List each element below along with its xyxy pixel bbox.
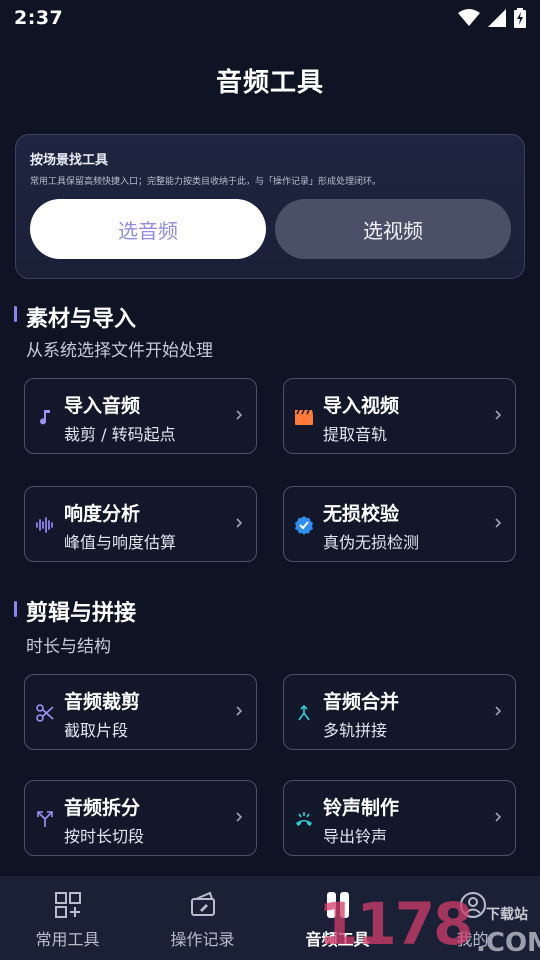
tool-description: 真伪无损检测	[323, 533, 420, 552]
status-bar: 2:37	[0, 0, 540, 36]
split-icon	[37, 811, 53, 827]
profile-icon	[459, 892, 486, 918]
chevron-right-icon	[495, 410, 502, 420]
nav-tab-audio-tools[interactable]: 音频工具	[270, 876, 405, 960]
chevron-right-icon	[236, 410, 243, 420]
chevron-right-icon	[495, 518, 502, 528]
tool-audio-merge[interactable]: 音频合并 多轨拼接	[283, 674, 516, 750]
bottom-navigation: 常用工具 操作记录 音频工具 我的	[0, 876, 540, 960]
section-title-import: 素材与导入	[26, 307, 137, 332]
tool-import-audio[interactable]: 导入音频 裁剪 / 转码起点	[24, 378, 257, 454]
tool-name: 音频合并	[323, 691, 400, 713]
nav-label: 操作记录	[170, 930, 235, 949]
tool-audio-trim[interactable]: 音频裁剪 截取片段	[24, 674, 257, 750]
tool-import-video[interactable]: 导入视频 提取音轨	[283, 378, 516, 454]
wifi-icon	[458, 9, 480, 26]
tool-description: 峰值与响度估算	[64, 533, 177, 552]
tool-loudness-analysis[interactable]: 响度分析 峰值与响度估算	[24, 486, 257, 562]
tool-name: 导入音频	[64, 395, 141, 417]
chevron-right-icon	[495, 812, 502, 822]
scissors-icon	[36, 704, 54, 722]
merge-icon	[298, 704, 310, 721]
chevron-right-icon	[236, 706, 243, 716]
tool-name: 响度分析	[64, 503, 141, 525]
tool-lossless-check[interactable]: 无损校验 真伪无损检测	[283, 486, 516, 562]
tool-ringtone-maker[interactable]: 铃声制作 导出铃声	[283, 780, 516, 856]
tool-description: 裁剪 / 转码起点	[64, 425, 176, 444]
history-icon	[190, 891, 215, 916]
tool-name: 导入视频	[323, 395, 400, 417]
section-subtitle-edit: 时长与结构	[26, 637, 111, 657]
scene-finder-title: 按场景找工具	[30, 153, 109, 168]
scene-finder-card: 按场景找工具 常用工具保留高频快捷入口；完整能力按类目收纳于此，与「操作记录」形…	[15, 134, 525, 279]
nav-label: 音频工具	[305, 930, 370, 949]
chevron-right-icon	[236, 812, 243, 822]
verified-badge-icon	[295, 516, 313, 535]
nav-tab-profile[interactable]: 我的	[405, 876, 540, 960]
tool-name: 音频裁剪	[64, 691, 141, 713]
tool-audio-split[interactable]: 音频拆分 按时长切段	[24, 780, 257, 856]
section-accent-bar	[14, 601, 17, 617]
nav-label: 常用工具	[35, 930, 100, 949]
waveform-icon	[36, 517, 53, 533]
chevron-right-icon	[236, 518, 243, 528]
battery-charging-icon	[514, 8, 526, 28]
nav-tab-common-tools[interactable]: 常用工具	[0, 876, 135, 960]
tool-description: 多轨拼接	[323, 721, 388, 740]
select-audio-button[interactable]: 选音频	[30, 199, 266, 259]
scene-finder-description: 常用工具保留高频快捷入口；完整能力按类目收纳于此，与「操作记录」形成处理闭环。	[30, 177, 382, 187]
chevron-right-icon	[495, 706, 502, 716]
tool-name: 无损校验	[323, 503, 400, 525]
nav-label: 我的	[456, 930, 489, 949]
section-accent-bar	[14, 306, 17, 322]
ringtone-icon	[296, 812, 312, 826]
section-title-edit: 剪辑与拼接	[26, 601, 137, 626]
tool-description: 按时长切段	[64, 827, 145, 846]
scene-buttons: 选音频 选视频	[30, 199, 511, 259]
tool-name: 铃声制作	[323, 797, 400, 819]
select-video-button[interactable]: 选视频	[275, 199, 511, 259]
section-subtitle-import: 从系统选择文件开始处理	[26, 341, 213, 361]
tool-name: 音频拆分	[64, 797, 141, 819]
audio-tools-icon	[326, 892, 349, 918]
status-time: 2:37	[14, 7, 64, 29]
page-title: 音频工具	[215, 68, 324, 98]
nav-tab-history[interactable]: 操作记录	[135, 876, 270, 960]
music-note-icon	[40, 410, 50, 425]
status-icons	[458, 8, 526, 28]
tool-description: 导出铃声	[323, 827, 388, 846]
tool-description: 提取音轨	[323, 425, 388, 444]
grid-plus-icon	[54, 892, 81, 918]
tool-description: 截取片段	[64, 721, 129, 740]
clapperboard-icon	[295, 409, 313, 425]
cellular-signal-icon	[488, 9, 506, 27]
